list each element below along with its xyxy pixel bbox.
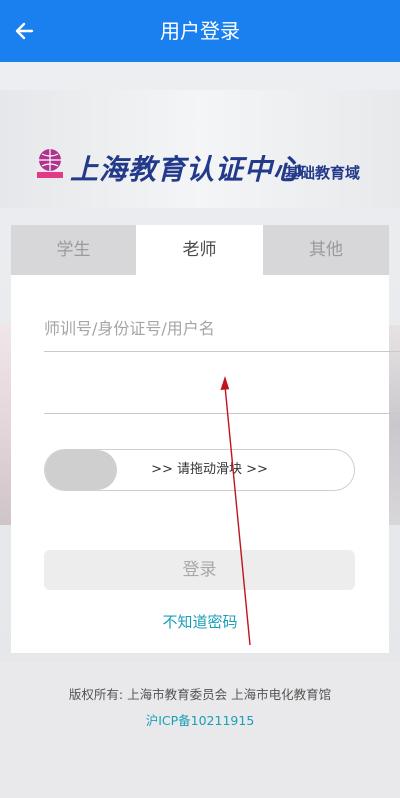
tab-teacher[interactable]: 老师: [136, 225, 263, 275]
icp-link[interactable]: 沪ICP备10211915: [0, 710, 400, 729]
username-input[interactable]: [44, 306, 400, 351]
tab-other[interactable]: 其他: [263, 225, 389, 275]
captcha-slider: >> 请拖动滑块 >>: [44, 449, 355, 491]
login-button[interactable]: 登录: [44, 550, 355, 590]
password-field: [44, 372, 400, 414]
logo-subtitle: 基础教育域: [285, 164, 361, 182]
arrow-left-icon[interactable]: [12, 16, 42, 46]
logo-title: 上海教育认证中心: [70, 153, 303, 186]
tab-student[interactable]: 学生: [11, 225, 136, 275]
role-tabs: 学生 老师 其他: [11, 225, 389, 275]
password-input[interactable]: [44, 372, 400, 413]
copyright-text: 版权所有: 上海市教育委员会 上海市电化教育馆: [68, 687, 332, 702]
username-field: [44, 306, 400, 352]
globe-logo-icon: [32, 145, 68, 181]
forgot-password-link[interactable]: 不知道密码: [0, 611, 400, 632]
slider-handle[interactable]: [45, 450, 117, 490]
page-title: 用户登录: [160, 19, 240, 43]
top-bar: 用户登录: [0, 0, 400, 62]
background-decoration-right: [388, 325, 400, 525]
